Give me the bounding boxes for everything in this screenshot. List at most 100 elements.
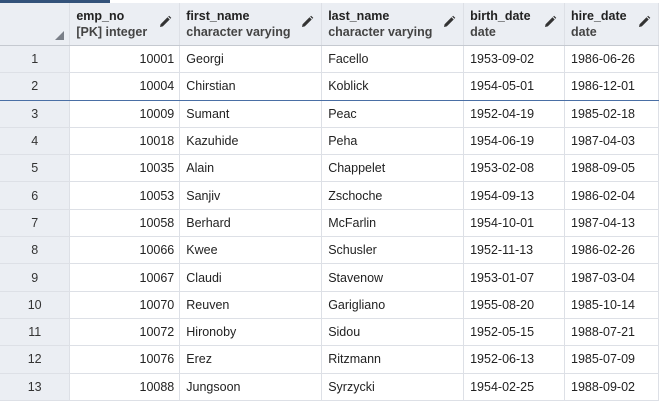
cell-last-name[interactable]: Zschoche: [321, 181, 465, 210]
table-row[interactable]: 10 10070 Reuven Garigliano 1955-08-20 19…: [0, 291, 659, 319]
cell-birth-date[interactable]: 1952-05-15: [463, 318, 566, 347]
cell-hire-date[interactable]: 1986-12-01: [564, 72, 659, 101]
cell-hire-date[interactable]: 1985-02-18: [564, 100, 659, 128]
cell-hire-date[interactable]: 1988-07-21: [564, 318, 659, 347]
cell-birth-date[interactable]: 1955-08-20: [463, 291, 566, 319]
cell-birth-date[interactable]: 1953-09-02: [463, 45, 566, 74]
cell-last-name[interactable]: Schusler: [321, 236, 465, 265]
row-number[interactable]: 13: [0, 373, 71, 401]
pencil-icon[interactable]: [158, 15, 172, 29]
cell-last-name[interactable]: Garigliano: [321, 291, 465, 319]
column-header-last-name[interactable]: last_name character varying: [321, 3, 465, 46]
cell-emp-no[interactable]: 10053: [69, 181, 181, 210]
cell-first-name[interactable]: Erez: [179, 345, 323, 374]
cell-birth-date[interactable]: 1952-11-13: [463, 236, 566, 265]
cell-emp-no[interactable]: 10067: [69, 263, 181, 292]
table-row[interactable]: 9 10067 Claudi Stavenow 1953-01-07 1987-…: [0, 263, 659, 292]
cell-hire-date[interactable]: 1988-09-02: [564, 373, 659, 401]
cell-birth-date[interactable]: 1954-10-01: [463, 209, 566, 238]
cell-last-name[interactable]: Syrzycki: [321, 373, 465, 401]
cell-hire-date[interactable]: 1986-02-04: [564, 181, 659, 210]
column-header-first-name[interactable]: first_name character varying: [179, 3, 323, 46]
pencil-icon[interactable]: [442, 15, 456, 29]
cell-hire-date[interactable]: 1986-02-26: [564, 236, 659, 265]
cell-last-name[interactable]: Peac: [321, 100, 465, 128]
cell-emp-no[interactable]: 10072: [69, 318, 181, 347]
cell-last-name[interactable]: Chappelet: [321, 154, 465, 183]
row-number[interactable]: 11: [0, 318, 71, 347]
cell-birth-date[interactable]: 1954-09-13: [463, 181, 566, 210]
table-row[interactable]: 5 10035 Alain Chappelet 1953-02-08 1988-…: [0, 154, 659, 183]
pencil-icon[interactable]: [637, 15, 651, 29]
select-all-corner[interactable]: [0, 3, 71, 46]
cell-emp-no[interactable]: 10058: [69, 209, 181, 238]
cell-last-name[interactable]: Facello: [321, 45, 465, 74]
cell-birth-date[interactable]: 1953-02-08: [463, 154, 566, 183]
cell-birth-date[interactable]: 1954-05-01: [463, 72, 566, 101]
cell-emp-no[interactable]: 10066: [69, 236, 181, 265]
cell-emp-no[interactable]: 10076: [69, 345, 181, 374]
cell-birth-date[interactable]: 1952-06-13: [463, 345, 566, 374]
cell-first-name[interactable]: Kwee: [179, 236, 323, 265]
row-number[interactable]: 5: [0, 154, 71, 183]
cell-first-name[interactable]: Kazuhide: [179, 127, 323, 156]
table-row[interactable]: 12 10076 Erez Ritzmann 1952-06-13 1985-0…: [0, 345, 659, 374]
cell-hire-date[interactable]: 1987-04-13: [564, 209, 659, 238]
table-row-selected[interactable]: 2 10004 Chirstian Koblick 1954-05-01 198…: [0, 72, 659, 101]
table-row[interactable]: 11 10072 Hironoby Sidou 1952-05-15 1988-…: [0, 318, 659, 347]
cell-emp-no[interactable]: 10070: [69, 291, 181, 319]
table-row[interactable]: 4 10018 Kazuhide Peha 1954-06-19 1987-04…: [0, 127, 659, 156]
cell-emp-no[interactable]: 10088: [69, 373, 181, 401]
cell-emp-no[interactable]: 10035: [69, 154, 181, 183]
cell-birth-date[interactable]: 1954-02-25: [463, 373, 566, 401]
cell-emp-no[interactable]: 10001: [69, 45, 181, 74]
cell-hire-date[interactable]: 1986-06-26: [564, 45, 659, 74]
table-row[interactable]: 8 10066 Kwee Schusler 1952-11-13 1986-02…: [0, 236, 659, 265]
cell-emp-no[interactable]: 10018: [69, 127, 181, 156]
column-header-emp-no[interactable]: emp_no [PK] integer: [69, 3, 181, 46]
row-number[interactable]: 10: [0, 291, 71, 319]
cell-first-name[interactable]: Georgi: [179, 45, 323, 74]
table-row[interactable]: 13 10088 Jungsoon Syrzycki 1954-02-25 19…: [0, 373, 659, 401]
row-number[interactable]: 7: [0, 209, 71, 238]
cell-emp-no[interactable]: 10004: [69, 72, 181, 101]
cell-first-name[interactable]: Claudi: [179, 263, 323, 292]
column-header-hire-date[interactable]: hire_date date: [564, 3, 659, 46]
cell-last-name[interactable]: Sidou: [321, 318, 465, 347]
cell-hire-date[interactable]: 1987-04-03: [564, 127, 659, 156]
table-row[interactable]: 7 10058 Berhard McFarlin 1954-10-01 1987…: [0, 209, 659, 238]
cell-first-name[interactable]: Berhard: [179, 209, 323, 238]
cell-first-name[interactable]: Sanjiv: [179, 181, 323, 210]
cell-first-name[interactable]: Jungsoon: [179, 373, 323, 401]
row-number[interactable]: 8: [0, 236, 71, 265]
row-number[interactable]: 6: [0, 181, 71, 210]
cell-first-name[interactable]: Alain: [179, 154, 323, 183]
row-number[interactable]: 4: [0, 127, 71, 156]
cell-birth-date[interactable]: 1953-01-07: [463, 263, 566, 292]
cell-birth-date[interactable]: 1952-04-19: [463, 100, 566, 128]
cell-last-name[interactable]: Peha: [321, 127, 465, 156]
cell-last-name[interactable]: Ritzmann: [321, 345, 465, 374]
table-row[interactable]: 1 10001 Georgi Facello 1953-09-02 1986-0…: [0, 45, 659, 74]
cell-hire-date[interactable]: 1987-03-04: [564, 263, 659, 292]
cell-first-name[interactable]: Chirstian: [179, 72, 323, 101]
cell-emp-no[interactable]: 10009: [69, 100, 181, 128]
table-row[interactable]: 3 10009 Sumant Peac 1952-04-19 1985-02-1…: [0, 100, 659, 128]
row-number[interactable]: 9: [0, 263, 71, 292]
cell-first-name[interactable]: Sumant: [179, 100, 323, 128]
row-number[interactable]: 1: [0, 45, 71, 74]
cell-hire-date[interactable]: 1985-07-09: [564, 345, 659, 374]
cell-last-name[interactable]: Stavenow: [321, 263, 465, 292]
cell-last-name[interactable]: McFarlin: [321, 209, 465, 238]
column-header-birth-date[interactable]: birth_date date: [463, 3, 566, 46]
cell-last-name[interactable]: Koblick: [321, 72, 465, 101]
cell-first-name[interactable]: Reuven: [179, 291, 323, 319]
pencil-icon[interactable]: [300, 15, 314, 29]
table-row[interactable]: 6 10053 Sanjiv Zschoche 1954-09-13 1986-…: [0, 181, 659, 210]
row-number[interactable]: 12: [0, 345, 71, 374]
cell-birth-date[interactable]: 1954-06-19: [463, 127, 566, 156]
cell-first-name[interactable]: Hironoby: [179, 318, 323, 347]
row-number[interactable]: 2: [0, 72, 71, 101]
cell-hire-date[interactable]: 1988-09-05: [564, 154, 659, 183]
row-number[interactable]: 3: [0, 100, 71, 128]
